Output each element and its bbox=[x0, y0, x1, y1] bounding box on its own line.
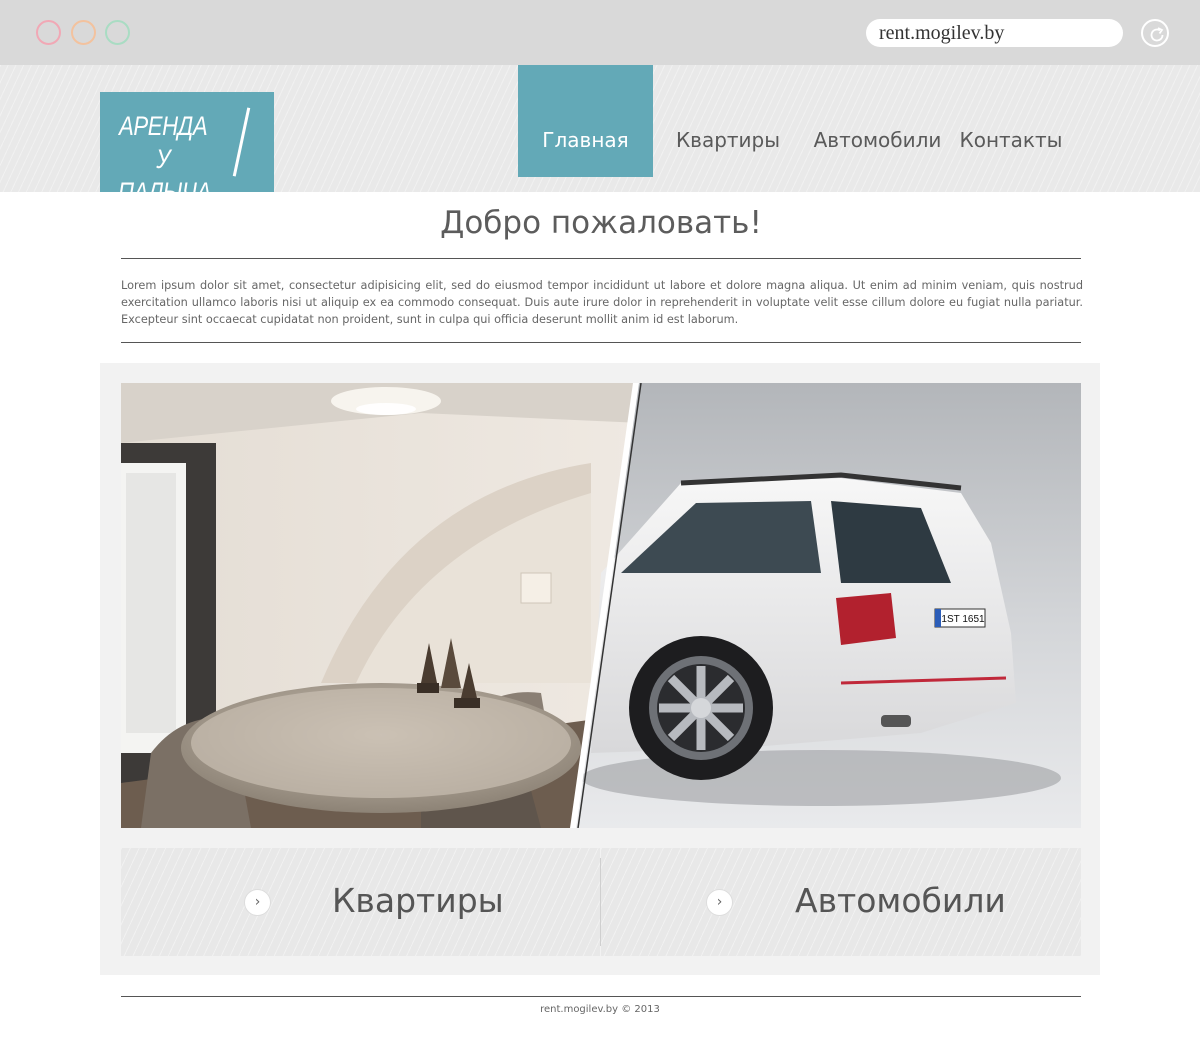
category-cars[interactable]: › Автомобили bbox=[601, 848, 1081, 956]
minimize-window-button[interactable] bbox=[71, 20, 96, 45]
cars-arrow-button[interactable]: › bbox=[706, 889, 733, 916]
category-apartments[interactable]: › Квартиры bbox=[121, 848, 600, 956]
logo-line-1: АРЕНДА bbox=[118, 111, 208, 141]
footer-divider bbox=[121, 996, 1081, 997]
nav-item-cars[interactable]: Автомобили bbox=[810, 65, 945, 177]
apartment-image bbox=[121, 383, 641, 828]
welcome-text: Lorem ipsum dolor sit amet, consectetur … bbox=[121, 279, 1083, 326]
category-cars-label: Автомобили bbox=[795, 881, 1006, 920]
nav-item-contacts[interactable]: Контакты bbox=[955, 65, 1067, 177]
browser-toolbar: rent.mogilev.by bbox=[0, 0, 1200, 65]
nav-item-apartments[interactable]: Квартиры bbox=[665, 65, 791, 177]
close-window-button[interactable] bbox=[36, 20, 61, 45]
hero-image: 1ST 1651 bbox=[121, 383, 1081, 828]
welcome-title: Добро пожаловать! bbox=[440, 205, 762, 241]
welcome-divider-bottom bbox=[121, 342, 1081, 343]
address-bar[interactable]: rent.mogilev.by bbox=[866, 19, 1123, 47]
category-apartments-label: Квартиры bbox=[332, 881, 504, 920]
reload-icon bbox=[1150, 27, 1164, 42]
reload-button[interactable] bbox=[1141, 19, 1169, 47]
license-plate: 1ST 1651 bbox=[941, 614, 985, 625]
car-image: 1ST 1651 bbox=[573, 383, 1081, 828]
maximize-window-button[interactable] bbox=[105, 20, 130, 45]
apartments-arrow-button[interactable]: › bbox=[244, 889, 271, 916]
hero-banner: 1ST 1651 bbox=[121, 383, 1081, 828]
welcome-divider-top bbox=[121, 258, 1081, 259]
logo-slash-mark bbox=[232, 107, 251, 177]
site-logo[interactable]: АРЕНДА У ПАЛЫЧА bbox=[100, 92, 274, 207]
gallery-panel: 1ST 1651 › Квартиры › Автомобили bbox=[100, 363, 1100, 975]
nav-item-home[interactable]: Главная bbox=[518, 65, 653, 177]
chevron-right-icon: › bbox=[254, 894, 261, 910]
site-header: АРЕНДА У ПАЛЫЧА Главная Квартиры Автомоб… bbox=[0, 65, 1200, 207]
footer-copyright: rent.mogilev.by © 2013 bbox=[540, 1004, 660, 1015]
chevron-right-icon: › bbox=[716, 894, 723, 910]
logo-line-2: У ПАЛЫЧА bbox=[118, 144, 211, 207]
